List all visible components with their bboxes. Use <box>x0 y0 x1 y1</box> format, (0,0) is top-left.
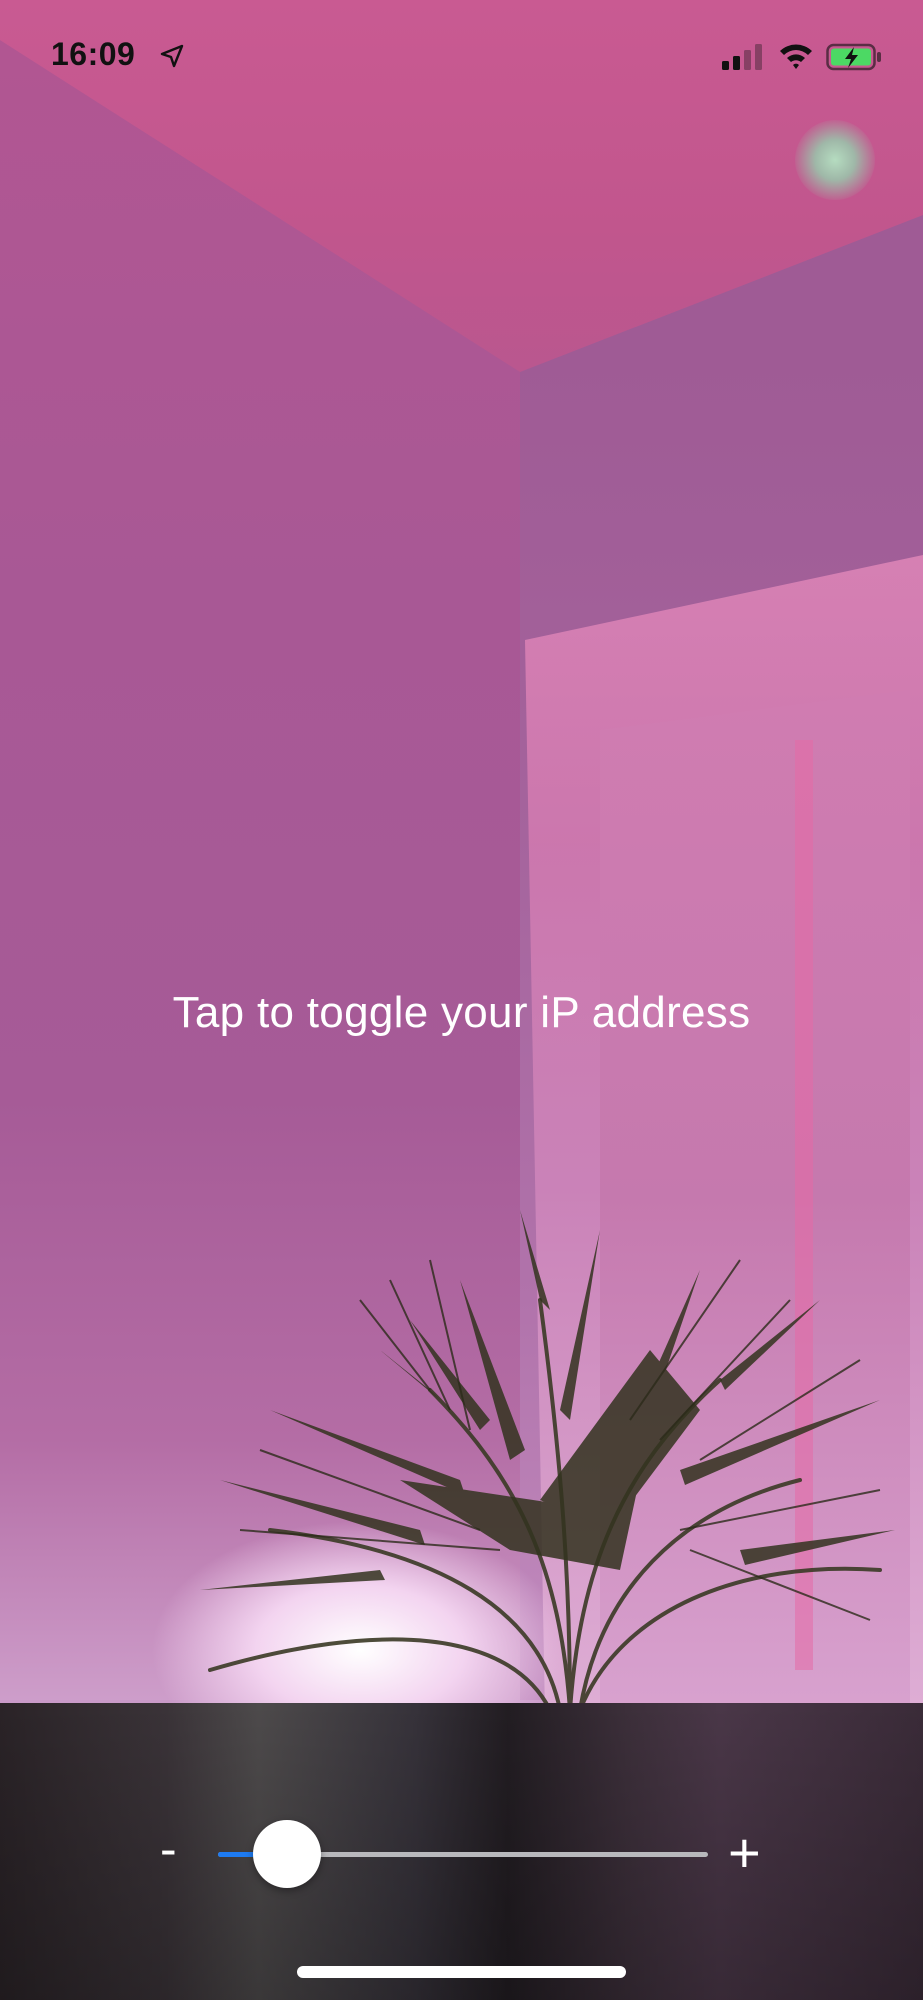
toggle-ip-label[interactable]: Tap to toggle your iP address <box>0 988 923 1038</box>
zoom-slider-thumb[interactable] <box>253 1820 321 1888</box>
cellular-signal-icon <box>722 44 762 70</box>
zoom-out-button[interactable]: - <box>160 1824 177 1874</box>
status-time: 16:09 <box>51 36 136 72</box>
wifi-icon <box>780 44 812 69</box>
home-indicator <box>297 1966 626 1978</box>
location-arrow-icon <box>160 44 184 68</box>
battery-charging-icon <box>826 43 881 71</box>
camera-screen[interactable]: 16:09 Tap to toggle your iP address - + <box>0 0 923 2000</box>
palm-plant-image <box>200 1210 895 1710</box>
status-bar: 16:09 <box>0 0 923 110</box>
zoom-in-button[interactable]: + <box>728 1825 761 1881</box>
lens-glare <box>795 120 875 200</box>
